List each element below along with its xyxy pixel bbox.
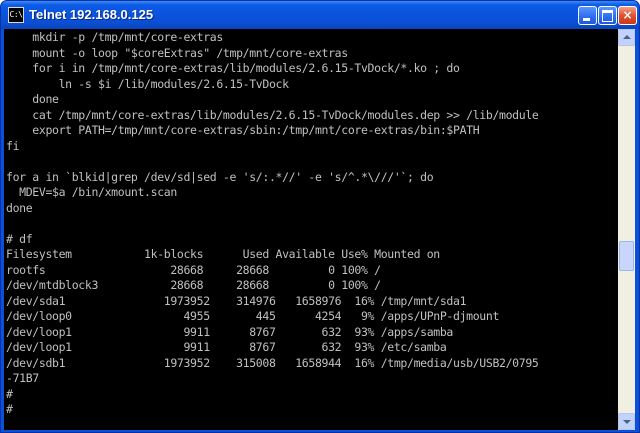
window-title: Telnet 192.168.0.125 (29, 7, 154, 22)
console-line: for i in /tmp/mnt/core-extras/lib/module… (6, 61, 460, 75)
close-button[interactable]: × (618, 6, 637, 25)
console-line: fi (6, 138, 20, 153)
console-line: export PATH=/tmp/mnt/core-extras/sbin:/t… (6, 123, 480, 137)
console-line: Filesystem 1k-blocks Used Available Use%… (6, 247, 440, 261)
console-line: cat /tmp/mnt/core-extras/lib/modules/2.6… (6, 107, 539, 122)
maximize-icon (602, 10, 613, 22)
console-line: -71B7 (6, 371, 39, 385)
console-line: MDEV=$a /bin/xmount.scan (6, 185, 177, 199)
watermark-text: #46940 (577, 418, 611, 429)
console-line: /dev/mtdblock3 28668 28668 0 100% / (6, 278, 381, 292)
maximize-button[interactable] (598, 6, 617, 25)
terminal-output: mkdir -p /tmp/mnt/core-extras mount -o l… (4, 29, 618, 418)
close-icon: × (622, 8, 633, 22)
console-line: # df (6, 231, 33, 246)
console-line: /dev/loop1 9911 8767 632 93% /etc/samba (6, 340, 447, 354)
console-line: mount -o loop "$coreExtras" /tmp/mnt/cor… (6, 45, 348, 60)
console-line: /dev/loop1 9911 8767 632 93% /apps/samba (6, 324, 454, 339)
title-bar[interactable]: C:\ Telnet 192.168.0.125 × (1, 1, 639, 29)
arrow-up-icon (623, 35, 631, 39)
minimize-icon (583, 18, 590, 21)
console-line: done (6, 200, 33, 215)
scroll-up-button[interactable] (618, 29, 635, 46)
console-line: done (6, 92, 59, 106)
telnet-window: C:\ Telnet 192.168.0.125 × mkdir -p /tmp… (0, 0, 640, 433)
console-line: mkdir -p /tmp/mnt/core-extras (6, 30, 223, 44)
console-line: /dev/loop0 4955 445 4254 9% /apps/UPnP-d… (6, 309, 500, 323)
console-line: rootfs 28668 28668 0 100% / (6, 262, 381, 277)
console-line: ln -s $i /lib/modules/2.6.15-TvDock (6, 76, 289, 91)
console-line: # (6, 402, 13, 416)
console-line: /dev/sda1 1973952 314976 1658976 16% /tm… (6, 293, 467, 308)
console-app-icon[interactable]: C:\ (8, 7, 24, 23)
console-line: for a in `blkid|grep /dev/sd|sed -e 's/:… (6, 169, 434, 184)
minimize-button[interactable] (578, 6, 597, 25)
scroll-down-button[interactable] (618, 413, 635, 430)
console-line: # (6, 386, 13, 401)
terminal-console[interactable]: mkdir -p /tmp/mnt/core-extras mount -o l… (4, 29, 618, 430)
scroll-thumb[interactable] (619, 241, 634, 271)
console-line: /dev/sdb1 1973952 315008 1658944 16% /tm… (6, 355, 539, 370)
arrow-down-icon (623, 420, 631, 424)
vertical-scrollbar[interactable] (618, 29, 635, 430)
